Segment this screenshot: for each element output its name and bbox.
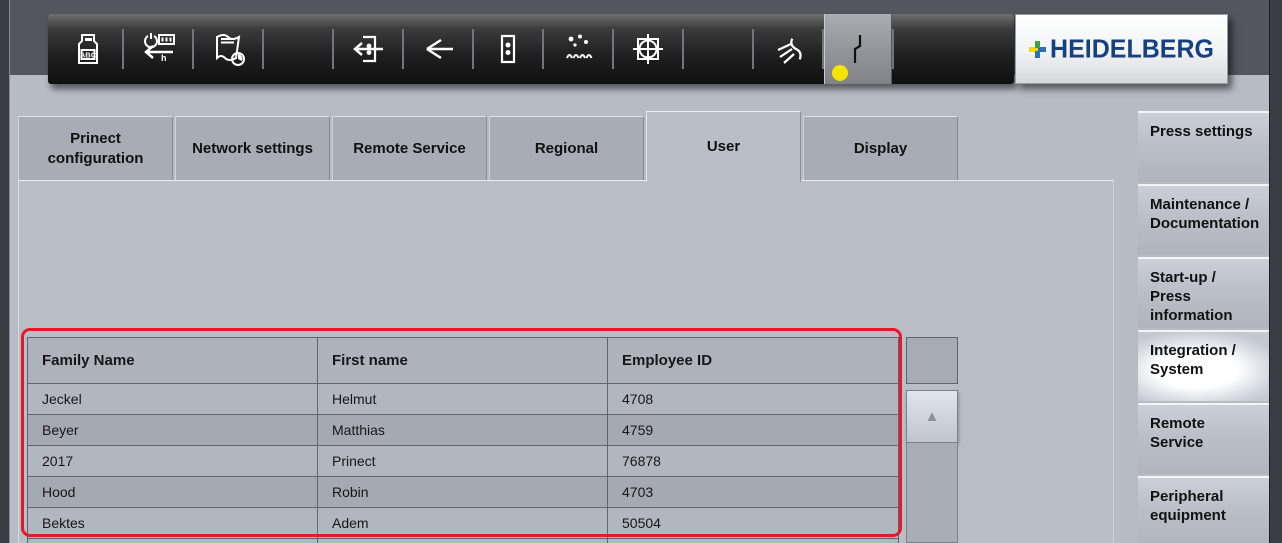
job-sheet-time-icon xyxy=(209,30,247,68)
arrow-left-button[interactable] xyxy=(404,14,472,84)
impression-switch-button[interactable] xyxy=(824,14,892,84)
cell-first-name: Matthias xyxy=(318,415,608,446)
tab-prinect-configuration[interactable]: Prinect configuration xyxy=(18,116,173,180)
sidebar-item-peripheral[interactable]: Peripheral equipment xyxy=(1138,476,1269,543)
arrow-left-icon xyxy=(419,30,457,68)
sheet-infeed-icon xyxy=(349,30,387,68)
user-table: Family Name First name Employee ID Jecke… xyxy=(27,337,899,543)
svg-text:ABC: ABC xyxy=(80,51,97,60)
cell-family-name: Beyer xyxy=(28,415,318,446)
sidebar-item-remote-service[interactable]: Remote Service xyxy=(1138,403,1269,474)
tab-user[interactable]: User xyxy=(646,111,801,182)
toolbar-empty-slot xyxy=(264,14,332,84)
cell-employee-id: 4708 xyxy=(608,384,898,415)
ink-fountain-abc-button[interactable]: ABC xyxy=(54,14,122,84)
table-row[interactable]: Hood Robin 4703 xyxy=(28,477,898,508)
svg-text:h: h xyxy=(161,53,167,63)
register-crosshair-icon xyxy=(629,30,667,68)
cell-employee-id: 4703 xyxy=(608,477,898,508)
heidelberg-logo-text: HEIDELBERG xyxy=(1050,34,1214,64)
table-row-partial xyxy=(28,539,898,543)
ink-fountain-abc-icon: ABC xyxy=(69,30,107,68)
cell-employee-id: 4759 xyxy=(608,415,898,446)
scrollbar-track[interactable] xyxy=(906,443,958,543)
powder-spray-button[interactable] xyxy=(544,14,612,84)
column-header-employee-id: Employee ID xyxy=(608,338,898,384)
cell-family-name: Hood xyxy=(28,477,318,508)
toolbar-empty-slot xyxy=(684,14,752,84)
main-toolbar: ABC h xyxy=(48,14,1014,84)
heidelberg-plus-icon xyxy=(1029,41,1046,58)
cell-first-name: Robin xyxy=(318,477,608,508)
table-row[interactable]: Jeckel Helmut 4708 xyxy=(28,384,898,415)
toolbar-separator xyxy=(892,29,894,69)
cell-first-name: Helmut xyxy=(318,384,608,415)
tab-network-settings[interactable]: Network settings xyxy=(175,116,330,180)
table-header-row: Family Name First name Employee ID xyxy=(28,338,898,384)
sidebar-item-startup[interactable]: Start-up / Press information xyxy=(1138,257,1269,328)
table-row[interactable]: Beyer Matthias 4759 xyxy=(28,415,898,446)
column-header-family-name: Family Name xyxy=(28,338,318,384)
heidelberg-logo: HEIDELBERG xyxy=(1015,14,1228,84)
counter-reset-button[interactable]: h xyxy=(124,14,192,84)
washup-spray-button[interactable] xyxy=(754,14,822,84)
counter-reset-icon: h xyxy=(139,30,177,68)
scrollbar-header-spacer xyxy=(906,337,958,384)
sidebar-item-integration[interactable]: Integration / System xyxy=(1138,330,1269,401)
arrow-up-icon: ▲ xyxy=(925,408,940,425)
sidebar-item-maintenance[interactable]: Maintenance / Documentation xyxy=(1138,184,1269,255)
sheet-infeed-button[interactable] xyxy=(334,14,402,84)
table-row[interactable]: 2017 Prinect 76878 xyxy=(28,446,898,477)
register-crosshair-button[interactable] xyxy=(614,14,682,84)
column-header-first-name: First name xyxy=(318,338,608,384)
table-row[interactable]: Bektes Adem 50504 xyxy=(28,508,898,539)
cell-first-name: Prinect xyxy=(318,446,608,477)
cell-family-name: 2017 xyxy=(28,446,318,477)
sheet-guide-button[interactable] xyxy=(474,14,542,84)
washup-spray-icon xyxy=(769,30,807,68)
window-left-edge xyxy=(0,0,10,543)
cell-employee-id: 50504 xyxy=(608,508,898,539)
tab-regional[interactable]: Regional xyxy=(489,116,644,180)
powder-spray-icon xyxy=(559,30,597,68)
impression-switch-icon xyxy=(839,30,877,68)
cell-family-name: Jeckel xyxy=(28,384,318,415)
cell-family-name: Bektes xyxy=(28,508,318,539)
cell-first-name: Adem xyxy=(318,508,608,539)
window-right-edge xyxy=(1269,0,1282,543)
status-indicator-dot xyxy=(832,65,848,81)
tab-display[interactable]: Display xyxy=(803,116,958,180)
sidebar-item-press-settings[interactable]: Press settings xyxy=(1138,111,1269,182)
job-sheet-time-button[interactable] xyxy=(194,14,262,84)
scroll-up-button[interactable]: ▲ xyxy=(906,390,958,443)
sheet-guide-icon xyxy=(489,30,527,68)
cell-employee-id: 76878 xyxy=(608,446,898,477)
tab-remote-service[interactable]: Remote Service xyxy=(332,116,487,180)
